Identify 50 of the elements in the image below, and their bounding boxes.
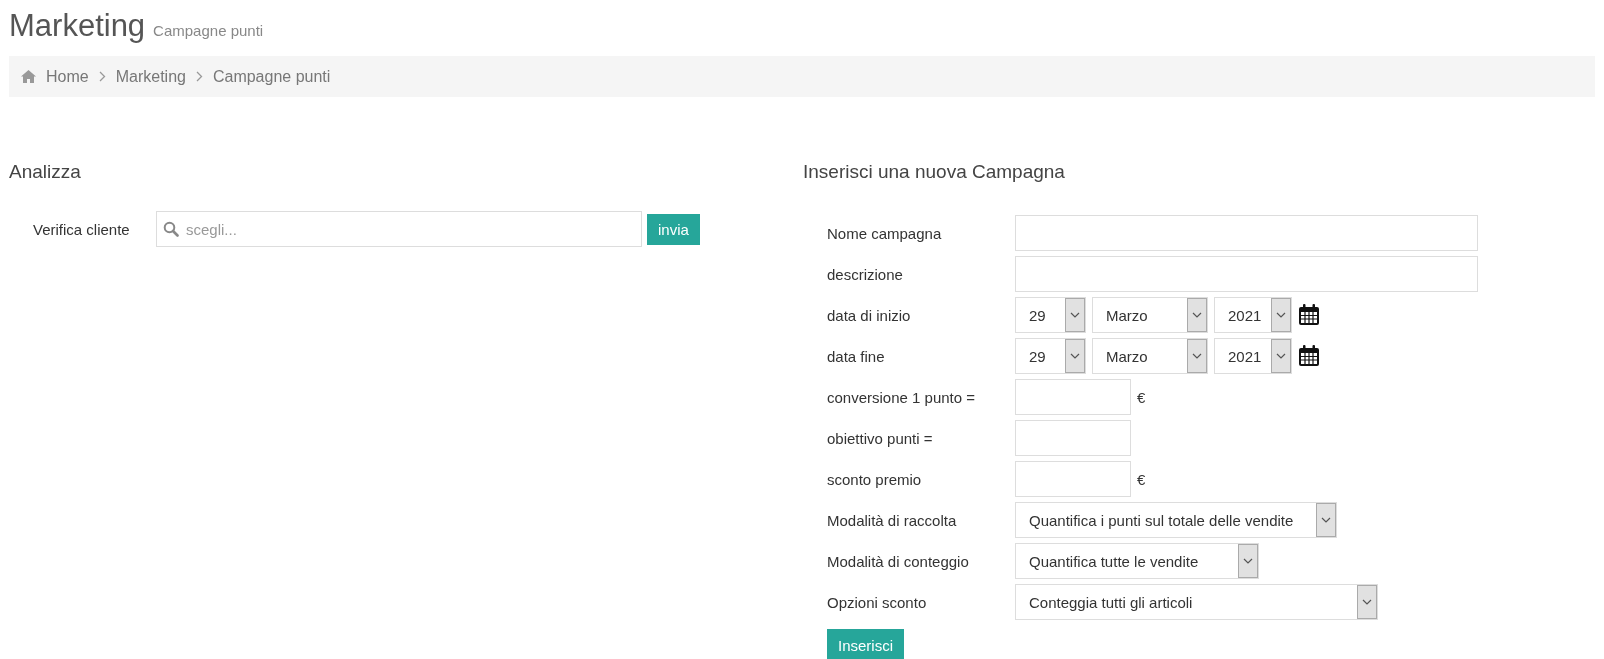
number-field[interactable] [1015,379,1131,415]
caret-icon [1070,353,1080,359]
search-icon [163,221,179,237]
dropdown[interactable]: 29 [1015,338,1086,374]
dropdown[interactable]: 2021 [1214,297,1292,333]
calendar-icon[interactable] [1298,304,1320,326]
dropdown[interactable]: Quantifica tutte le vendite [1015,543,1259,579]
caret-icon [1192,312,1202,318]
unit-label: € [1137,470,1146,488]
field-label: Nome campagna [826,224,943,242]
field-label: data di inizio [826,306,912,324]
breadcrumb-link[interactable]: Marketing [115,67,186,86]
dropdown[interactable]: Marzo [1092,338,1208,374]
caret-icon [1243,558,1253,564]
field-label: obiettivo punti = [826,429,934,447]
field-label: Modalità di raccolta [826,511,958,529]
caret-icon [1362,599,1372,605]
dropdown[interactable]: 2021 [1214,338,1292,374]
field-label: Modalità di conteggio [826,552,970,570]
search-field[interactable]: scegli... [156,211,642,247]
number-field[interactable] [1015,420,1131,456]
field-label: data fine [826,347,886,365]
dropdown[interactable]: Marzo [1092,297,1208,333]
dropdown[interactable]: 29 [1015,297,1086,333]
caret-icon [1192,353,1202,359]
caret-icon [1321,517,1331,523]
section-title: Analizza [9,161,81,183]
page-subtitle: Campagne punti [153,21,264,41]
chevron-icon [98,71,106,82]
caret-icon [1070,312,1080,318]
unit-label: € [1137,388,1146,406]
page-title: Marketing [9,7,146,45]
caret-icon [1276,312,1286,318]
section-title: Inserisci una nuova Campagna [803,161,1065,183]
home-icon [21,70,36,83]
breadcrumb-link[interactable]: Home [46,67,89,86]
dropdown[interactable]: Conteggia tutti gli articoli [1015,584,1378,620]
field-label: Verifica cliente [32,220,131,238]
caret-icon [1276,353,1286,359]
field-label: descrizione [826,265,904,283]
text-field[interactable] [1015,215,1478,251]
chevron-icon [195,71,203,82]
field-label: conversione 1 punto = [826,388,977,406]
text-field[interactable] [1015,256,1478,292]
dropdown[interactable]: Quantifica i punti sul totale delle vendite [1015,502,1337,538]
number-field[interactable] [1015,461,1131,497]
calendar-icon[interactable] [1298,345,1320,367]
field-label: sconto premio [826,470,923,488]
breadcrumb-link[interactable]: Campagne punti [212,67,331,86]
field-label: Opzioni sconto [826,593,928,611]
